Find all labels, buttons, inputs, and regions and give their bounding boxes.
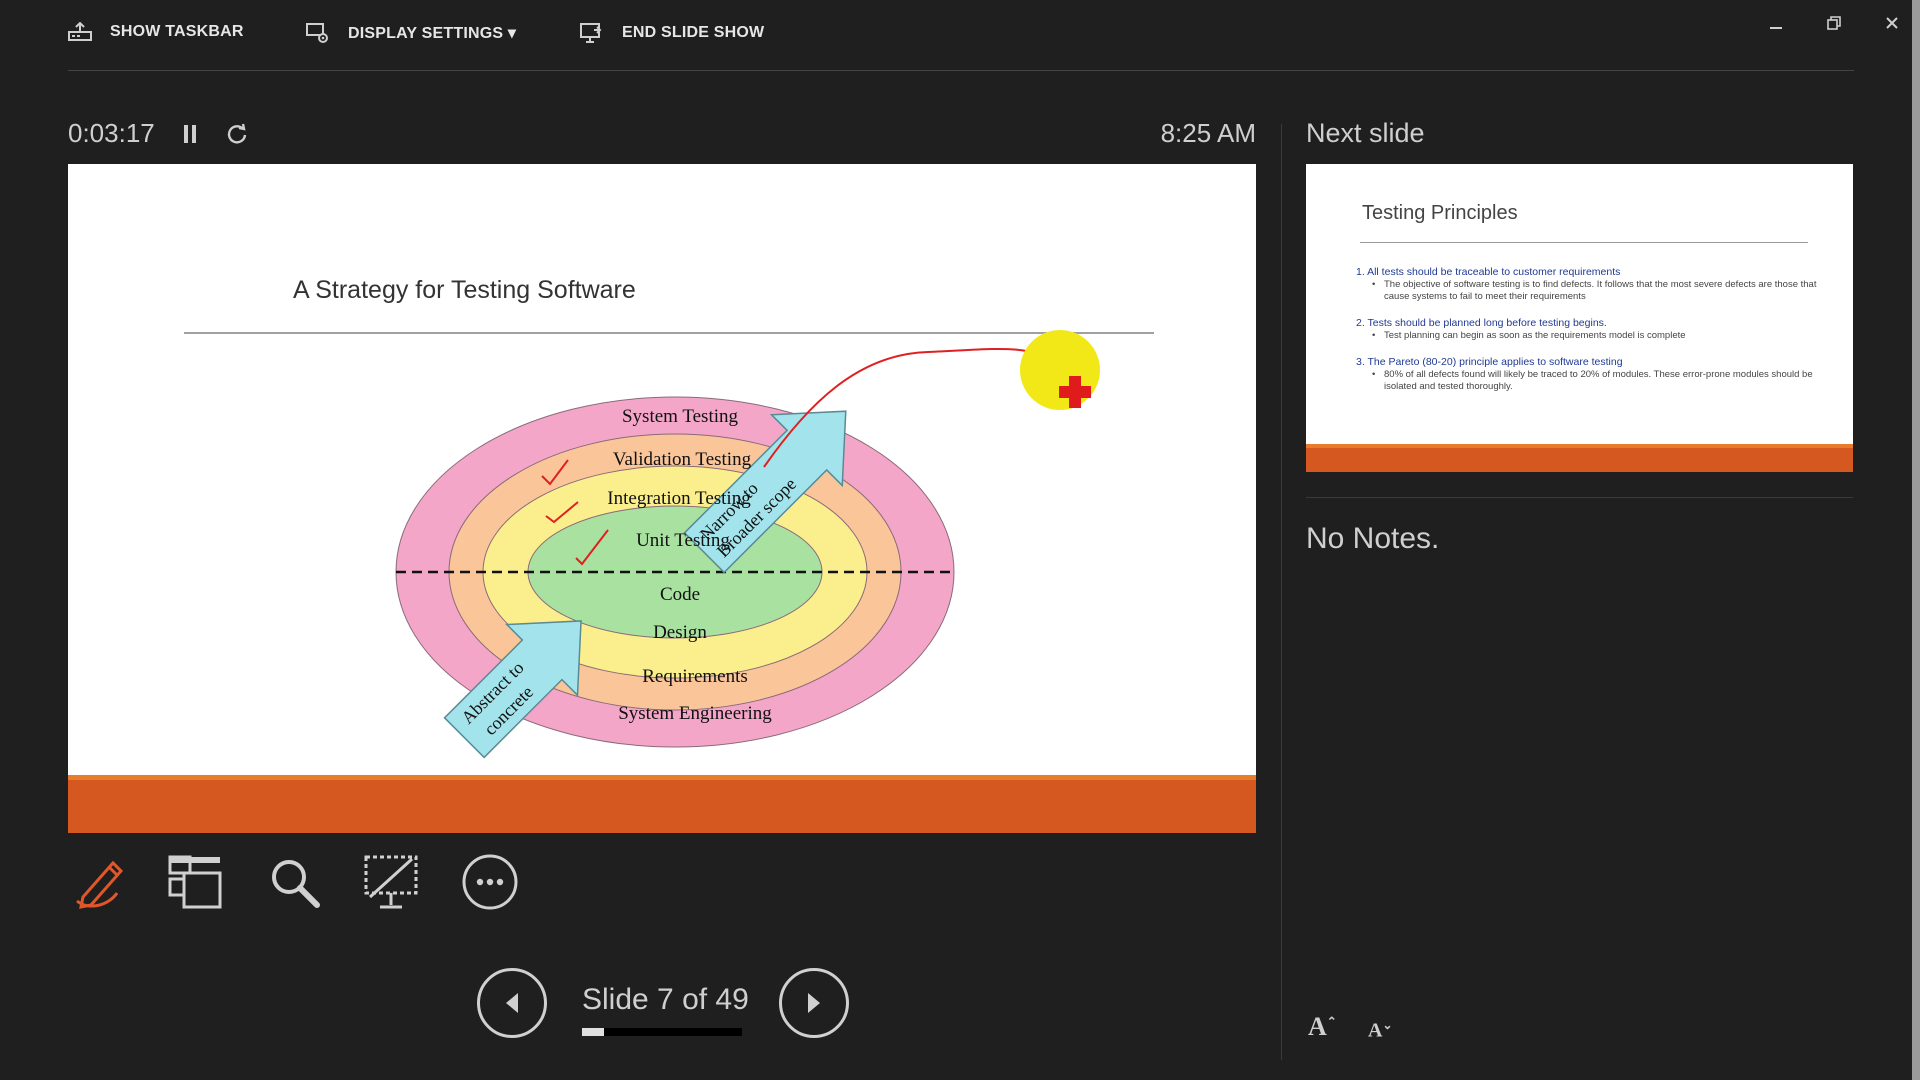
next-slide-button[interactable] xyxy=(779,968,849,1038)
previous-slide-button[interactable] xyxy=(477,968,547,1038)
increase-font-button[interactable]: A⌃ xyxy=(1308,1012,1337,1042)
next-icon xyxy=(808,993,820,1013)
black-screen-icon xyxy=(364,855,418,909)
slide-progress-fill xyxy=(582,1028,605,1036)
decrease-font-icon: A xyxy=(1368,1019,1383,1042)
toolbar-divider xyxy=(68,70,1854,71)
label-design: Design xyxy=(653,622,707,643)
speaker-notes[interactable]: No Notes. xyxy=(1306,522,1439,556)
next-slide-preview[interactable]: Testing Principles 1. All tests should b… xyxy=(1306,164,1853,472)
list-item-heading: 1. All tests should be traceable to cust… xyxy=(1356,266,1621,278)
list-item-detail: 80% of all defects found will likely be … xyxy=(1372,369,1826,393)
slide-progress-bar xyxy=(582,1028,742,1036)
display-settings-button[interactable]: DISPLAY SETTINGS ▾ xyxy=(306,22,516,44)
pen-icon xyxy=(76,860,124,909)
grid-view-icon xyxy=(168,855,222,909)
next-slide-title-rule xyxy=(1360,242,1808,243)
restart-icon xyxy=(227,123,247,144)
current-slide[interactable]: A Strategy for Testing Software Narrow t… xyxy=(68,164,1256,833)
pause-timer-button[interactable] xyxy=(178,118,202,150)
end-slide-show-button[interactable]: END SLIDE SHOW xyxy=(580,22,764,44)
zoom-icon xyxy=(272,860,320,908)
label-requirements: Requirements xyxy=(642,666,748,687)
notes-divider xyxy=(1306,497,1853,498)
list-item: 2. Tests should be planned long before t… xyxy=(1356,317,1826,342)
zoom-slide-button[interactable] xyxy=(264,852,324,912)
list-item-heading: 2. Tests should be planned long before t… xyxy=(1356,317,1607,329)
minimize-button[interactable] xyxy=(1758,8,1794,38)
list-item: 3. The Pareto (80-20) principle applies … xyxy=(1356,356,1826,393)
end-show-icon xyxy=(580,23,602,43)
presenter-toolbar: SHOW TASKBAR DISPLAY SETTINGS ▾ END SLID… xyxy=(0,0,1920,72)
restore-button[interactable] xyxy=(1816,8,1852,38)
show-taskbar-button[interactable]: SHOW TASKBAR xyxy=(68,22,244,42)
label-validation-testing: Validation Testing xyxy=(613,449,752,470)
taskbar-icon xyxy=(68,22,92,41)
slide-counter[interactable]: Slide 7 of 49 xyxy=(582,983,749,1017)
list-item: 1. All tests should be traceable to cust… xyxy=(1356,266,1826,303)
pane-divider xyxy=(1281,124,1282,1060)
testing-strategy-diagram: Narrow to Broader scope Abstract to conc… xyxy=(395,330,1100,759)
next-slide-title: Testing Principles xyxy=(1362,202,1518,224)
laser-pointer xyxy=(1020,330,1100,410)
label-system-engineering: System Engineering xyxy=(618,703,772,724)
label-system-testing: System Testing xyxy=(622,406,739,427)
more-options-icon xyxy=(462,854,518,910)
show-taskbar-label: SHOW TASKBAR xyxy=(110,23,244,40)
window-edge xyxy=(1912,0,1920,1080)
restart-timer-button[interactable] xyxy=(222,118,252,150)
minimize-icon xyxy=(1770,27,1782,29)
next-slide-footer-bar xyxy=(1306,448,1853,472)
next-slide-list: 1. All tests should be traceable to cust… xyxy=(1356,266,1826,407)
decrease-font-button[interactable]: A⌄ xyxy=(1368,1018,1393,1043)
next-slide-label: Next slide xyxy=(1306,118,1425,148)
close-window-button[interactable] xyxy=(1874,8,1910,38)
see-all-slides-button[interactable] xyxy=(165,852,225,912)
pause-icon xyxy=(184,125,196,143)
close-icon xyxy=(1886,17,1898,29)
label-unit-testing: Unit Testing xyxy=(636,530,730,551)
display-settings-icon xyxy=(306,23,328,43)
black-screen-button[interactable] xyxy=(361,852,421,912)
current-time: 8:25 AM xyxy=(1160,118,1256,148)
label-integration-testing: Integration Testing xyxy=(607,488,751,509)
slide-footer-bar xyxy=(68,780,1256,833)
list-item-detail: The objective of software testing is to … xyxy=(1372,279,1826,303)
pen-tool-button[interactable] xyxy=(68,852,128,912)
previous-icon xyxy=(506,993,518,1013)
increase-font-icon: A xyxy=(1308,1012,1327,1041)
elapsed-timer: 0:03:17 xyxy=(68,118,155,148)
list-item-detail: Test planning can begin as soon as the r… xyxy=(1372,330,1826,342)
end-slide-show-label: END SLIDE SHOW xyxy=(622,24,765,41)
restore-icon xyxy=(1827,16,1841,30)
list-item-heading: 3. The Pareto (80-20) principle applies … xyxy=(1356,356,1623,368)
display-settings-label: DISPLAY SETTINGS ▾ xyxy=(348,25,517,42)
more-options-button[interactable] xyxy=(460,852,520,912)
label-code: Code xyxy=(660,584,700,605)
